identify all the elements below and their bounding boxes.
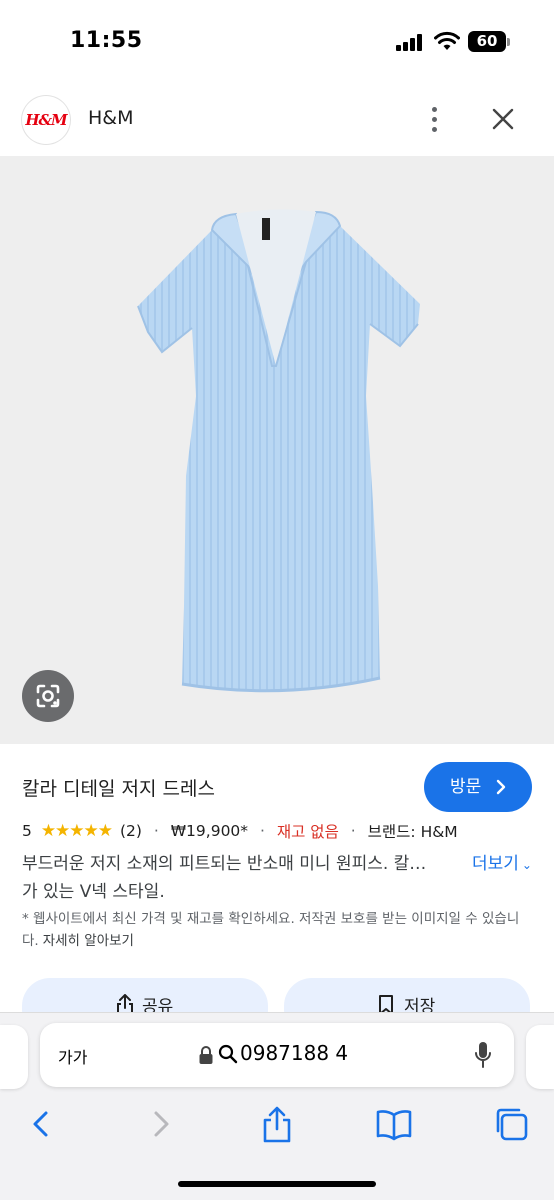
rating-value: 5 <box>22 822 32 840</box>
site-name[interactable]: H&M <box>88 107 134 129</box>
browser-toolbar <box>0 1101 554 1151</box>
tabs-icon[interactable] <box>492 1105 532 1143</box>
star-rating-icon: ★★★★★ <box>40 821 113 841</box>
next-tab-preview[interactable] <box>526 1025 554 1089</box>
disclaimer-note: * 웹사이트에서 최신 가격 및 재고를 확인하세요. 저작권 보호를 받는 이… <box>22 908 522 952</box>
close-icon[interactable] <box>488 104 518 134</box>
share-icon[interactable] <box>257 1105 297 1143</box>
address-bar[interactable]: 가가 0987188 4 <box>40 1023 514 1087</box>
product-title: 칼라 디테일 저지 드레스 <box>22 778 215 800</box>
google-lens-button[interactable] <box>22 670 74 722</box>
back-icon[interactable] <box>22 1105 62 1143</box>
separator: · <box>350 822 356 840</box>
status-time: 11:55 <box>70 28 143 53</box>
price: ₩19,900* <box>170 822 249 840</box>
site-header: H&M H&M <box>0 84 554 156</box>
previous-tab-preview[interactable] <box>0 1025 28 1089</box>
more-link-label: 더보기 <box>472 854 519 874</box>
stock-status: 재고 없음 <box>276 823 339 841</box>
description-line: 부드러운 저지 소재의 피트되는 반소매 미니 원피스. 칼… <box>22 854 427 874</box>
brand: 브랜드: H&M <box>367 823 458 841</box>
lock-icon <box>199 1046 213 1064</box>
home-indicator <box>178 1181 376 1187</box>
product-info-panel: 칼라 디테일 저지 드레스 방문 5 ★★★★★ (2) · ₩19,900* … <box>0 744 554 1038</box>
status-bar: 11:55 60 <box>0 0 554 84</box>
more-link[interactable]: 더보기 ⌄ <box>472 850 532 879</box>
chevron-down-icon: ⌄ <box>521 858 532 872</box>
description-line: 가 있는 V넥 스타일. <box>22 882 165 902</box>
dress-image <box>137 209 420 693</box>
chevron-right-icon <box>496 779 506 795</box>
url-text[interactable]: 0987188 4 <box>240 1041 348 1065</box>
battery-icon: 60 <box>468 31 506 52</box>
forward-icon[interactable] <box>140 1105 180 1143</box>
separator: · <box>259 822 265 840</box>
cellular-signal-icon <box>396 34 424 51</box>
more-vert-icon[interactable] <box>424 106 446 134</box>
product-meta-row: 5 ★★★★★ (2) · ₩19,900* · 재고 없음 · 브랜드: H&… <box>22 820 458 842</box>
lens-icon <box>36 684 60 708</box>
site-logo[interactable]: H&M <box>22 96 70 144</box>
search-icon <box>218 1044 238 1064</box>
bookmarks-icon[interactable] <box>374 1105 414 1143</box>
review-count[interactable]: (2) <box>120 822 142 840</box>
product-image[interactable] <box>0 156 554 744</box>
separator: · <box>153 822 159 840</box>
battery-nub <box>507 38 510 46</box>
visit-button-label: 방문 <box>450 777 482 797</box>
product-description: 부드러운 저지 소재의 피트되는 반소매 미니 원피스. 칼… 가 있는 V넥 … <box>22 850 464 906</box>
microphone-icon[interactable] <box>474 1041 492 1069</box>
wifi-icon <box>434 31 460 50</box>
learn-more-link[interactable]: 자세히 알아보기 <box>43 933 134 949</box>
visit-button[interactable]: 방문 <box>424 762 532 812</box>
text-size-button[interactable]: 가가 <box>58 1044 87 1068</box>
browser-bottom-bar: 가가 0987188 4 <box>0 1012 554 1200</box>
